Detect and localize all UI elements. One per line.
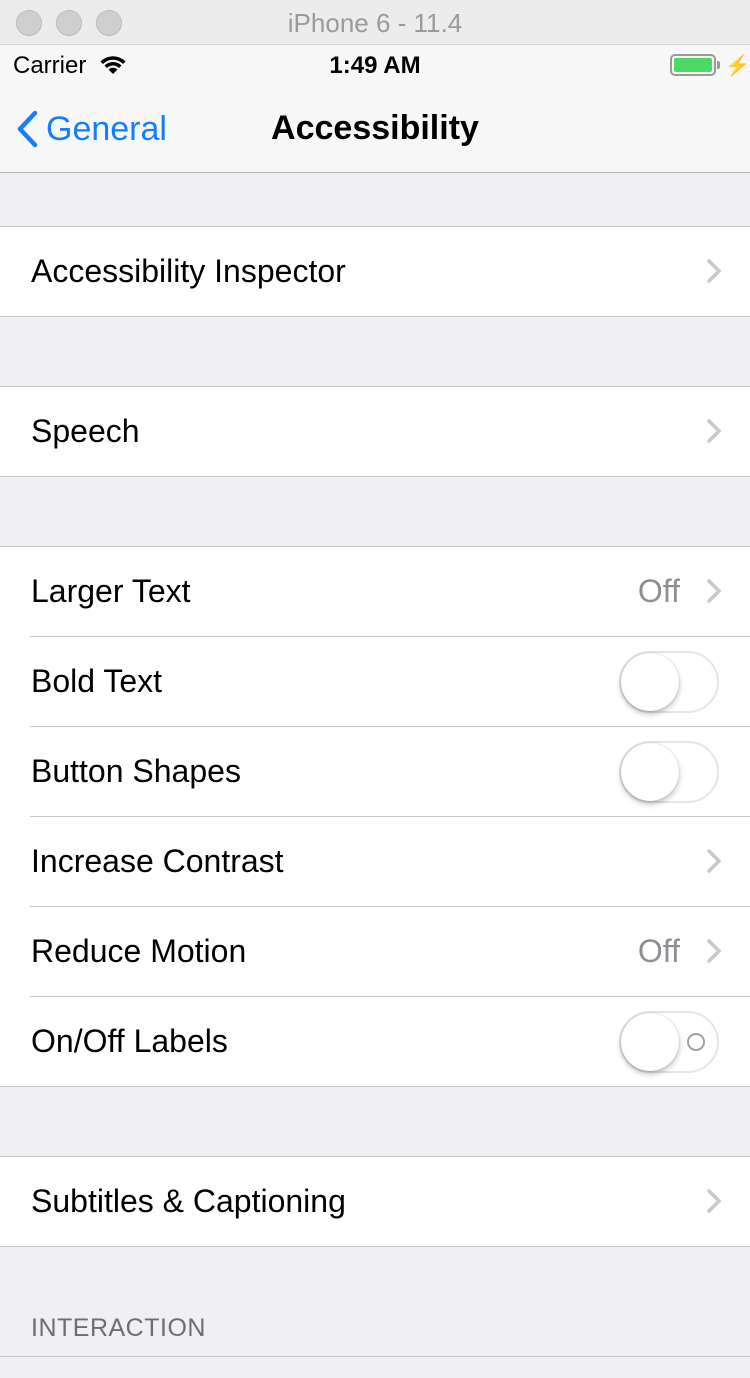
charging-bolt-icon: ⚡ [725,55,750,77]
inspector-group: Accessibility Inspector [0,226,750,317]
section-header-interaction: INTERACTION [31,1314,206,1342]
battery-tip [717,61,720,69]
row-value: Off [637,933,680,969]
row-label: Increase Contrast [31,843,284,879]
reduce-motion-row[interactable]: Reduce Motion Off [30,906,750,996]
chevron-right-icon [707,1189,721,1213]
row-label: Accessibility Inspector [31,253,346,289]
window-titlebar: iPhone 6 - 11.4 [0,0,750,45]
row-label: Button Shapes [31,753,241,789]
toggle-knob [621,1013,679,1071]
button-shapes-row: Button Shapes [30,726,750,816]
page-title: Accessibility [271,109,479,147]
status-time: 1:49 AM [329,52,421,79]
subtitles-group: Subtitles & Captioning [0,1156,750,1247]
chevron-right-icon [707,419,721,443]
navigation-bar: General Accessibility [0,85,750,173]
row-label: Subtitles & Captioning [31,1183,346,1219]
toggle-knob [621,653,679,711]
on-off-labels-row: On/Off Labels [30,996,750,1086]
row-label: Reduce Motion [31,933,247,969]
chevron-right-icon [707,259,721,283]
chevron-right-icon [707,579,721,603]
bold-text-row: Bold Text [30,636,750,726]
group-top-separator [0,1356,750,1357]
row-value: Off [637,573,680,609]
bold-text-toggle[interactable] [619,651,719,713]
row-label: On/Off Labels [31,1023,228,1059]
display-group: Larger Text Off Bold Text Button Shapes … [0,546,750,1087]
battery-icon [670,54,716,76]
larger-text-row[interactable]: Larger Text Off [0,547,750,636]
increase-contrast-row[interactable]: Increase Contrast [30,816,750,906]
row-label: Larger Text [31,573,191,609]
button-shapes-toggle[interactable] [619,741,719,803]
chevron-right-icon [707,939,721,963]
window-title: iPhone 6 - 11.4 [287,8,463,38]
row-label: Speech [31,413,140,449]
speech-row[interactable]: Speech [0,387,750,476]
speech-group: Speech [0,386,750,477]
row-label: Bold Text [31,663,163,699]
status-bar: Carrier 1:49 AM ⚡ [0,45,750,85]
off-label-ring-icon [687,1033,705,1051]
chevron-right-icon [707,849,721,873]
on-off-labels-toggle[interactable] [619,1011,719,1073]
toggle-knob [621,743,679,801]
accessibility-inspector-row[interactable]: Accessibility Inspector [0,227,750,316]
subtitles-captioning-row[interactable]: Subtitles & Captioning [0,1157,750,1246]
